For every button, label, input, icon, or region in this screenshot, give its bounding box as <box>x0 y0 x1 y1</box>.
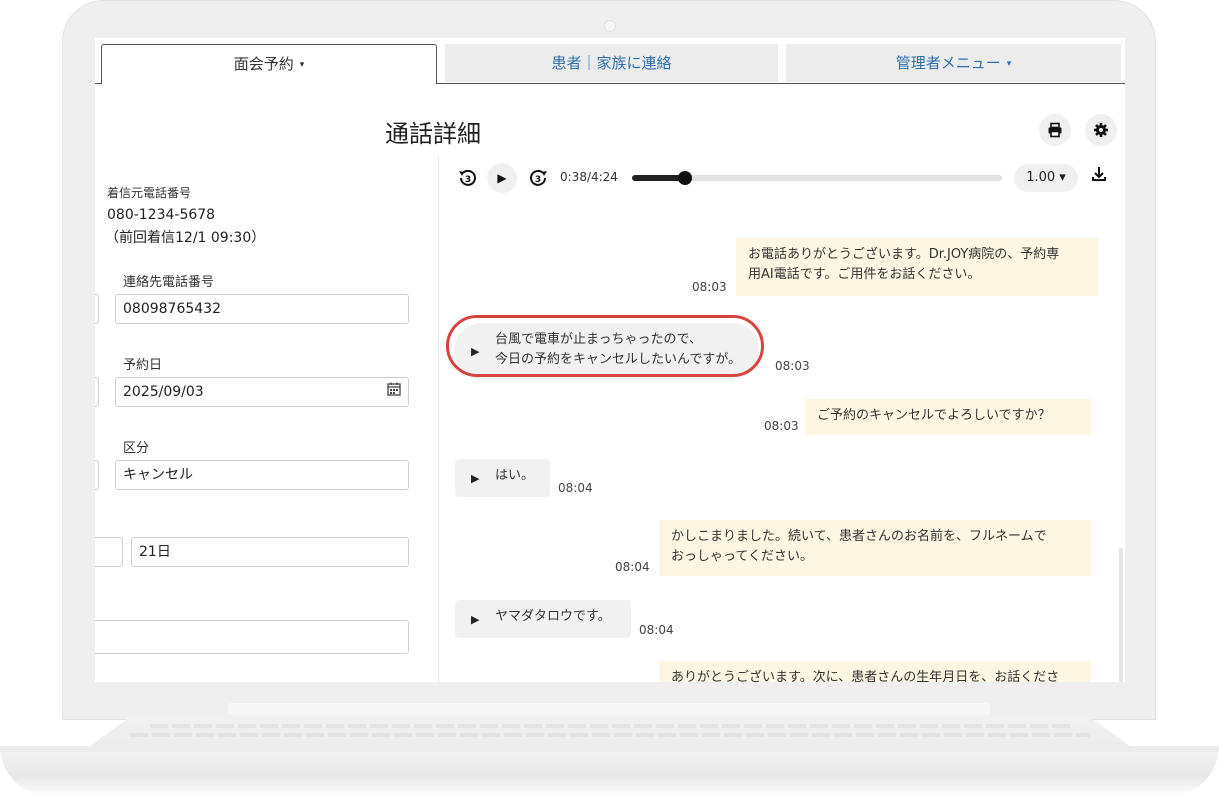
extra-input[interactable] <box>95 620 409 654</box>
message-timestamp: 08:03 <box>692 280 727 294</box>
calendar-icon[interactable] <box>387 378 401 406</box>
day-input[interactable]: 21日 <box>131 537 409 567</box>
ai-message: ご予約のキャンセルでよろしいですか？ <box>805 399 1091 435</box>
seek-handle[interactable] <box>678 171 693 185</box>
ai-message: お電話ありがとうございます。Dr.JOY病院の、予約専 用AI電話です。ご用件を… <box>736 238 1098 296</box>
message-timestamp: 08:03 <box>775 359 810 373</box>
play-icon[interactable]: ▶ <box>471 610 479 630</box>
message-timestamp: 08:04 <box>639 623 674 637</box>
tab-bar: 面会予約 ▾ 患者｜家族に連絡 管理者メニュー ▾ <box>95 38 1125 84</box>
ai-message: かしこまりました。続いて、患者さんのお名前を、フルネームで おっしゃってください… <box>659 520 1091 576</box>
print-button[interactable] <box>1039 114 1071 146</box>
svg-text:3: 3 <box>465 175 471 185</box>
play-button[interactable]: ▶ <box>487 163 517 193</box>
gear-icon <box>1094 123 1108 137</box>
rewind-3s-button[interactable]: 3 <box>453 163 483 193</box>
tab-admin-menu[interactable]: 管理者メニュー ▾ <box>786 44 1121 82</box>
download-button[interactable] <box>1091 166 1107 186</box>
call-transcript: 08:03 お電話ありがとうございます。Dr.JOY病院の、予約専 用AI電話で… <box>440 203 1125 682</box>
print-icon <box>1048 122 1062 138</box>
chevron-down-icon: ▾ <box>1006 59 1012 69</box>
play-icon: ▶ <box>497 171 507 185</box>
call-info-form: 着信元電話番号 080-1234-5678 （前回着信12/1 09:30） 連… <box>95 156 439 682</box>
play-icon[interactable]: ▶ <box>471 469 479 489</box>
download-icon <box>1092 167 1106 181</box>
reservation-date-input[interactable]: 2025/09/03 <box>115 377 409 407</box>
svg-text:3: 3 <box>535 175 541 185</box>
contact-number-label: 連絡先電話番号 <box>123 275 215 290</box>
seek-bar[interactable] <box>632 171 1002 185</box>
previous-call-info: （前回着信12/1 09:30） <box>105 230 266 246</box>
laptop-keyboard <box>90 716 1130 746</box>
camera-icon <box>604 20 616 32</box>
audio-player: 3 ▶ 3 0:38/4:24 1.00 ▾ <box>451 158 1125 198</box>
seek-progress <box>632 175 686 181</box>
chevron-down-icon: ▾ <box>299 60 305 70</box>
category-label: 区分 <box>123 441 150 456</box>
caller-message[interactable]: ▶ はい。 <box>455 459 550 497</box>
month-input[interactable] <box>95 537 123 567</box>
playback-speed-select[interactable]: 1.00 ▾ <box>1014 164 1078 192</box>
caller-message[interactable]: ▶ ヤマダタロウです。 <box>455 600 631 638</box>
reservation-date-label: 予約日 <box>123 358 163 373</box>
highlight-ring <box>446 315 764 377</box>
rewind-icon: 3 <box>459 169 476 186</box>
page-title: 通話詳細 <box>385 120 481 148</box>
forward-3s-button[interactable]: 3 <box>523 163 553 193</box>
message-timestamp: 08:04 <box>558 481 593 495</box>
ai-message: ありがとうございます。次に、患者さんの生年月日を、お話くださ <box>659 661 1091 682</box>
settings-button[interactable] <box>1085 114 1117 146</box>
tab-contact-patient-family[interactable]: 患者｜家族に連絡 <box>445 44 778 82</box>
message-timestamp: 08:03 <box>764 419 799 433</box>
category-input[interactable]: キャンセル <box>115 460 409 490</box>
caller-number-label: 着信元電話番号 <box>107 186 192 200</box>
tab-visit-reservation[interactable]: 面会予約 ▾ <box>101 44 437 84</box>
transcript-scrollbar[interactable] <box>1119 548 1123 682</box>
caller-number: 080-1234-5678 <box>107 207 216 223</box>
message-timestamp: 08:04 <box>615 560 650 574</box>
laptop-hinge <box>228 703 990 715</box>
laptop-base <box>0 746 1219 796</box>
forward-icon: 3 <box>530 169 547 186</box>
contact-number-input[interactable]: 08098765432 <box>115 294 409 324</box>
playback-time: 0:38/4:24 <box>560 170 618 184</box>
